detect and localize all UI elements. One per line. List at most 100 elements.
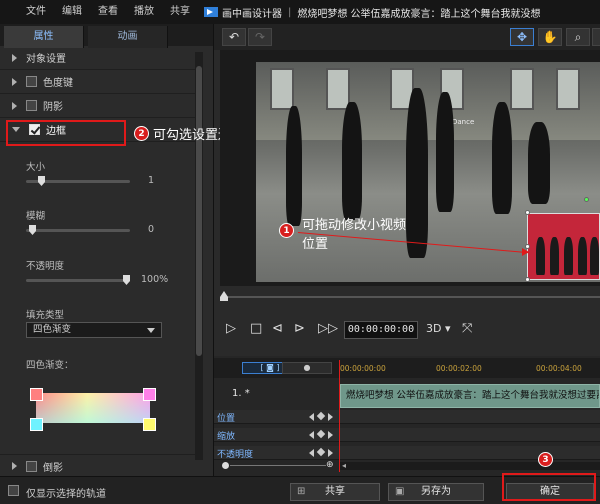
slider-thumb[interactable]: [38, 176, 45, 186]
add-keyframe-icon[interactable]: [316, 429, 326, 439]
blur-slider[interactable]: [26, 225, 130, 235]
menu-play[interactable]: 播放: [126, 0, 162, 24]
fill-type-dropdown[interactable]: 四色渐变: [26, 322, 162, 338]
zoom-tool-icon[interactable]: ⌕: [566, 28, 590, 46]
opacity-label: 不透明度: [26, 261, 65, 272]
only-selected-checkbox[interactable]: [8, 485, 19, 496]
menu-bar: 文件 编辑 查看 播放 共享 画中画设计器 | 燃烧吧梦想 公举伍嘉成放豪言：踏…: [0, 0, 600, 24]
properties-scrollbar[interactable]: [195, 52, 203, 460]
shadow-checkbox[interactable]: [26, 100, 37, 111]
prev-keyframe-icon[interactable]: [309, 449, 314, 457]
play-icon[interactable]: ▷: [226, 322, 236, 336]
annotation-text: 可拖动修改小视频: [302, 218, 407, 233]
undo-icon[interactable]: ↶: [222, 28, 246, 46]
section-shadow[interactable]: 阴影: [0, 94, 200, 118]
timeline-scrollbar[interactable]: ◂: [340, 462, 600, 470]
rotate-handle[interactable]: [584, 197, 589, 202]
share-button[interactable]: ⊞ 共享: [290, 483, 380, 501]
expand-arrow-icon[interactable]: [12, 101, 17, 110]
keyframe-label: 不透明度: [217, 450, 254, 460]
timecode-display[interactable]: 00:00:00:00: [344, 321, 418, 339]
section-object-settings[interactable]: 对象设置: [0, 46, 200, 70]
slider-thumb[interactable]: [123, 275, 130, 285]
properties-panel: 属性 动画 对象设置 色度键 阴影 边框 大小 1 模糊 0 不透明度 100%…: [0, 24, 214, 478]
timeline-playhead[interactable]: [339, 360, 340, 472]
ruler-label: 00:00:02:00: [436, 364, 482, 373]
more-icon[interactable]: [592, 28, 600, 46]
scrubber-thumb[interactable]: [220, 291, 228, 301]
timeline-ruler[interactable]: 00:00:00:00 00:00:02:00 00:00:04:00: [340, 362, 600, 378]
opacity-slider[interactable]: [26, 275, 130, 285]
keyframe-row-scale[interactable]: 缩放: [214, 428, 600, 442]
save-as-button[interactable]: ▣ 另存为: [388, 483, 484, 501]
menu-share[interactable]: 共享: [162, 0, 198, 24]
prev-frame-icon[interactable]: ⊲: [272, 322, 283, 336]
menu-view[interactable]: 查看: [90, 0, 126, 24]
menu-file[interactable]: 文件: [18, 0, 54, 24]
dancer-silhouette: [492, 102, 512, 214]
gradient-color-top-left[interactable]: [30, 388, 43, 401]
add-keyframe-icon[interactable]: [316, 447, 326, 457]
pip-designer-window: 文件 编辑 查看 播放 共享 画中画设计器 | 燃烧吧梦想 公举伍嘉成放豪言：踏…: [0, 0, 600, 504]
next-keyframe-icon[interactable]: [328, 449, 333, 457]
gradient-preview: [36, 393, 150, 423]
next-frame-icon[interactable]: ⊳: [294, 322, 305, 336]
3d-mode-button[interactable]: 3D ▾: [426, 322, 451, 336]
gradient-color-top-right[interactable]: [143, 388, 156, 401]
pip-overlay-video[interactable]: [527, 213, 600, 280]
scroll-left-icon[interactable]: ◂: [342, 462, 346, 470]
redo-icon[interactable]: ↷: [248, 28, 272, 46]
tab-properties[interactable]: 属性: [4, 26, 84, 48]
resize-handle[interactable]: [525, 277, 530, 282]
expand-arrow-icon[interactable]: [12, 53, 17, 62]
scrollbar-thumb[interactable]: [196, 66, 202, 356]
chroma-key-checkbox[interactable]: [26, 76, 37, 87]
video-watermark: Dance: [452, 118, 475, 126]
expand-arrow-icon[interactable]: [12, 462, 17, 470]
reflection-checkbox[interactable]: [26, 460, 37, 472]
slider-thumb[interactable]: [29, 225, 36, 235]
annotation-number: 1: [279, 223, 294, 238]
resize-handle[interactable]: [525, 210, 530, 215]
section-reflection[interactable]: 倒影: [0, 454, 200, 478]
fill-type-value: 四色渐变: [33, 324, 72, 335]
section-label: 阴影: [43, 102, 63, 113]
timeline-zoom-slider[interactable]: ⊕: [218, 460, 334, 470]
next-keyframe-icon[interactable]: [328, 431, 333, 439]
section-chroma-key[interactable]: 色度键: [0, 70, 200, 94]
timeline-mode-button-2[interactable]: ●: [282, 362, 332, 374]
video-clip[interactable]: 燃烧吧梦想 公举伍嘉成放豪言：踏上这个舞台我就没想过要离开: [340, 384, 600, 408]
zoom-in-icon[interactable]: ⊕: [326, 460, 334, 470]
prev-keyframe-icon[interactable]: [309, 413, 314, 421]
gradient-color-bottom-right[interactable]: [143, 418, 156, 431]
person-silhouette: [590, 237, 599, 275]
chevron-down-icon: [147, 328, 155, 333]
window-shape: [556, 68, 580, 110]
tab-animation[interactable]: 动画: [88, 26, 168, 48]
dancer-silhouette: [436, 92, 454, 212]
move-tool-icon[interactable]: ✥: [510, 28, 534, 46]
next-keyframe-icon[interactable]: [328, 413, 333, 421]
only-selected-label: 仅显示选择的轨道: [26, 489, 106, 500]
blur-value: 0: [148, 224, 155, 235]
playback-scrubber[interactable]: [220, 288, 600, 304]
dancer-silhouette: [406, 88, 428, 258]
expand-arrow-icon[interactable]: [12, 77, 17, 86]
app-title: 画中画设计器: [222, 8, 282, 20]
window-shape: [510, 68, 534, 110]
hand-tool-icon[interactable]: ✋: [538, 28, 562, 46]
keyframe-row-position[interactable]: 位置: [214, 410, 600, 424]
timeline-header: [ ◙ ] ● 00:00:00:00 00:00:02:00 00:00:04…: [214, 358, 600, 378]
zoom-thumb[interactable]: [222, 462, 229, 469]
gradient-color-bottom-left[interactable]: [30, 418, 43, 431]
add-keyframe-icon[interactable]: [316, 411, 326, 421]
menu-edit[interactable]: 编辑: [54, 0, 90, 24]
3d-label: 3D: [426, 322, 442, 335]
scrubber-track[interactable]: [226, 296, 600, 298]
stop-icon[interactable]: □: [250, 322, 262, 336]
prev-keyframe-icon[interactable]: [309, 431, 314, 439]
size-slider[interactable]: [26, 176, 130, 186]
fullscreen-icon[interactable]: ⤧: [462, 322, 472, 336]
fast-forward-icon[interactable]: ▷▷: [318, 322, 338, 336]
window-shape: [270, 68, 294, 110]
